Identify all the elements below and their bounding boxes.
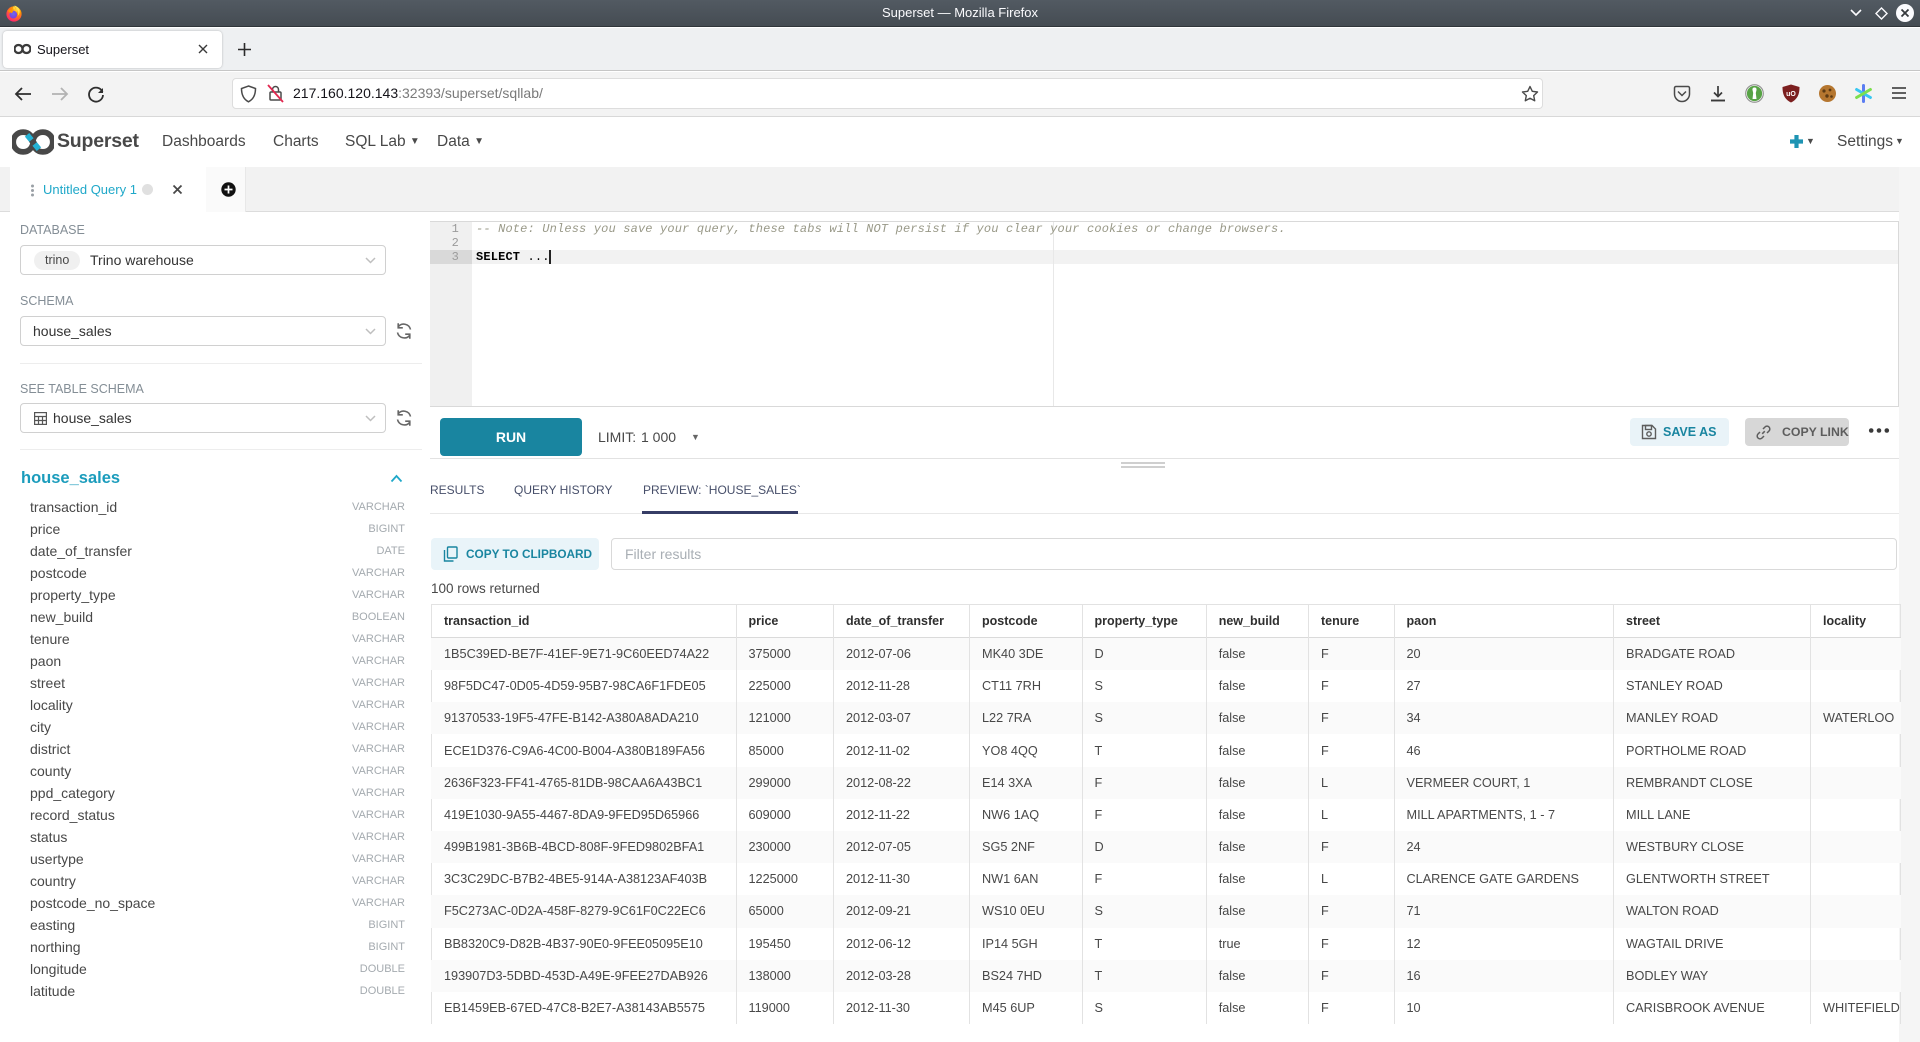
- svg-text:uO: uO: [1786, 91, 1796, 98]
